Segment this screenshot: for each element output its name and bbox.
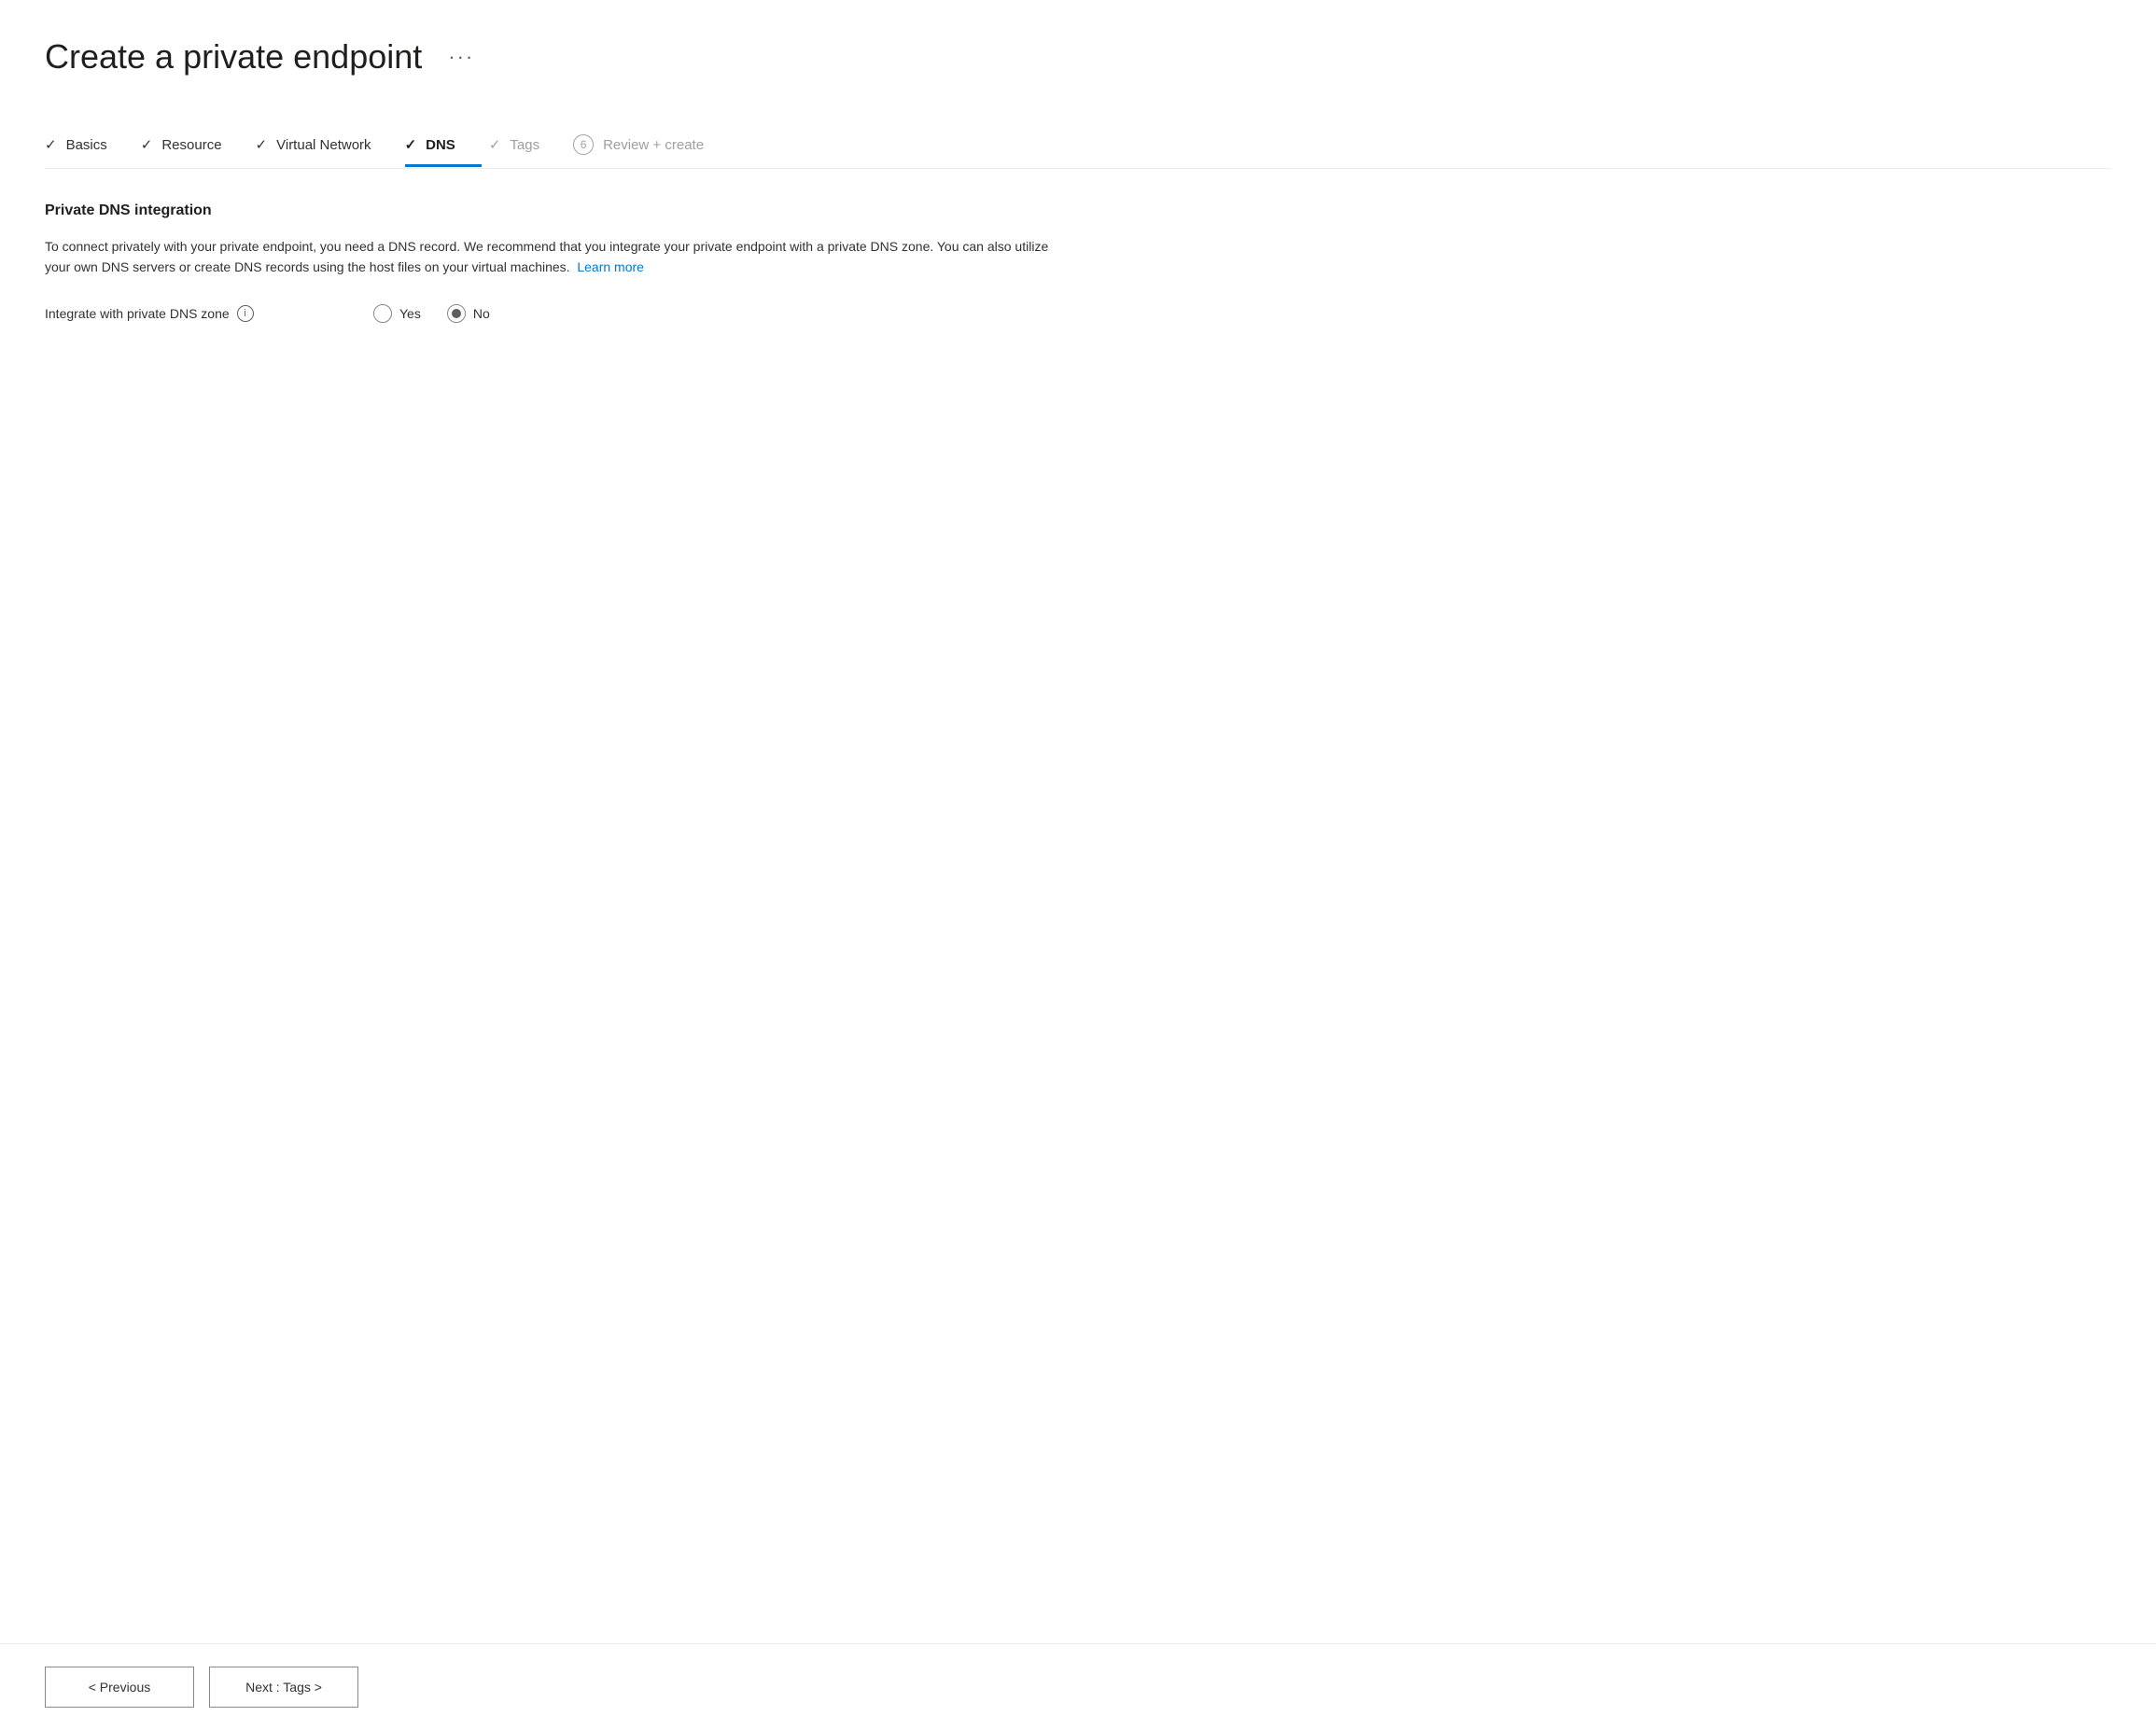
tab-review-create-label: Review + create <box>603 137 704 153</box>
radio-option-yes[interactable]: Yes <box>373 304 421 323</box>
footer: < Previous Next : Tags > <box>0 1643 2156 1730</box>
radio-option-no[interactable]: No <box>447 304 490 323</box>
tab-resource-check: ✓ <box>141 136 153 153</box>
tab-basics-check: ✓ <box>45 136 57 153</box>
radio-label-yes: Yes <box>399 306 421 321</box>
form-label-dns-zone: Integrate with private DNS zone i <box>45 305 343 322</box>
tab-basics[interactable]: ✓ Basics <box>45 123 133 166</box>
title-row: Create a private endpoint ··· <box>45 37 2111 77</box>
form-label-text: Integrate with private DNS zone <box>45 306 230 321</box>
tab-tags-check: ✓ <box>489 136 501 153</box>
tab-virtual-network-label: Virtual Network <box>276 137 371 153</box>
description-text: To connect privately with your private e… <box>45 236 1071 278</box>
radio-outer-no[interactable] <box>447 304 466 323</box>
section-title: Private DNS integration <box>45 202 1165 219</box>
tab-resource-label: Resource <box>161 137 221 153</box>
radio-group-dns-zone: Yes No <box>373 304 490 323</box>
tab-tags-label: Tags <box>510 137 539 153</box>
page-container: Create a private endpoint ··· ✓ Basics ✓… <box>0 0 2156 1643</box>
content-area: Private DNS integration To connect priva… <box>45 202 1165 1643</box>
tab-resource[interactable]: ✓ Resource <box>141 123 248 166</box>
description-part1: To connect privately with your private e… <box>45 239 1048 274</box>
radio-outer-yes[interactable] <box>373 304 392 323</box>
radio-label-no: No <box>473 306 490 321</box>
page-title: Create a private endpoint <box>45 37 422 77</box>
tab-review-create[interactable]: 6 Review + create <box>573 121 730 168</box>
form-row-dns-zone: Integrate with private DNS zone i Yes No <box>45 304 1165 323</box>
tab-review-create-number: 6 <box>573 134 594 155</box>
previous-button[interactable]: < Previous <box>45 1667 194 1708</box>
tab-dns-label: DNS <box>426 137 455 153</box>
ellipsis-button[interactable]: ··· <box>441 41 482 73</box>
tab-basics-label: Basics <box>66 137 107 153</box>
tab-dns[interactable]: ✓ DNS <box>405 123 482 166</box>
tab-virtual-network[interactable]: ✓ Virtual Network <box>256 123 398 166</box>
radio-inner-no <box>452 309 461 318</box>
info-icon[interactable]: i <box>237 305 254 322</box>
tab-tags[interactable]: ✓ Tags <box>489 123 566 166</box>
tab-dns-check: ✓ <box>405 136 417 153</box>
tab-virtual-network-check: ✓ <box>256 136 268 153</box>
next-button[interactable]: Next : Tags > <box>209 1667 358 1708</box>
wizard-tabs: ✓ Basics ✓ Resource ✓ Virtual Network ✓ … <box>45 121 2111 169</box>
learn-more-link[interactable]: Learn more <box>577 259 644 274</box>
